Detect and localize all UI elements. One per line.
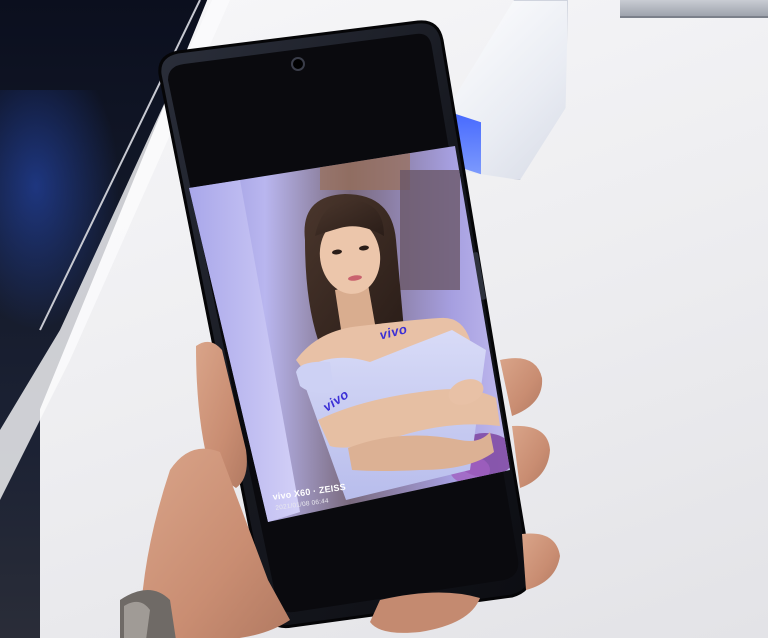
- holding-hand: [120, 341, 560, 638]
- front-camera-icon: [291, 57, 305, 71]
- photo-scene: vivo vivo vivo X60 · ZEISS 2021/01/08 06…: [0, 0, 768, 638]
